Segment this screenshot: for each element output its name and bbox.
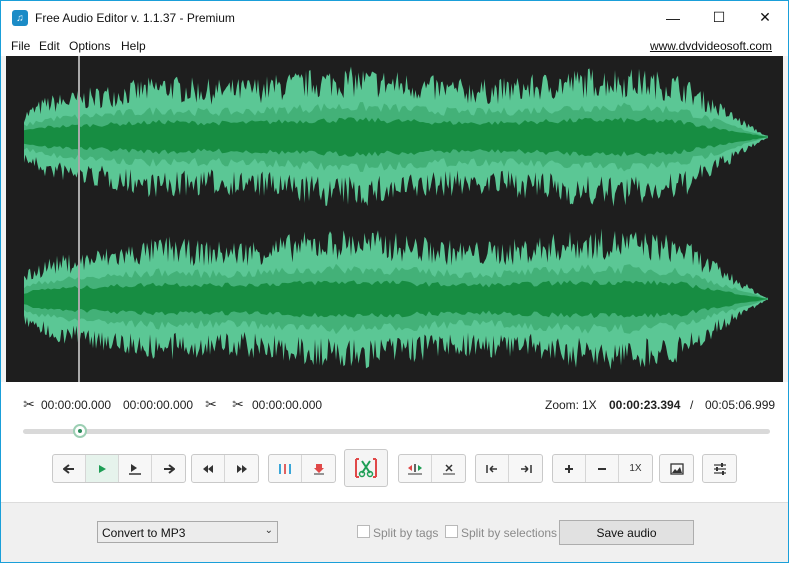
time-separator: / xyxy=(690,398,694,412)
menu-help[interactable]: Help xyxy=(121,39,146,53)
play-selection-button[interactable] xyxy=(119,455,152,482)
go-to-end-button[interactable] xyxy=(509,455,542,482)
app-music-icon: ♫ xyxy=(12,10,28,26)
skip-group xyxy=(191,454,259,483)
zoom-group: 1X xyxy=(552,454,653,483)
selection-end-icon[interactable]: ✂ xyxy=(203,396,219,412)
window-title: Free Audio Editor v. 1.1.37 - Premium xyxy=(35,11,235,25)
playback-slider-track[interactable] xyxy=(23,429,770,434)
go-to-start-button[interactable] xyxy=(476,455,509,482)
total-duration: 00:05:06.999 xyxy=(705,398,776,412)
save-audio-button[interactable]: Save audio xyxy=(559,520,694,545)
swap-channels-button[interactable] xyxy=(399,455,432,482)
cut-length-icon: ✂ xyxy=(232,396,244,412)
zoom-value: 1X xyxy=(582,398,597,412)
playback-slider-thumb[interactable] xyxy=(72,424,87,438)
step-forward-button[interactable] xyxy=(152,455,185,482)
bounds-group xyxy=(475,454,543,483)
selection-info-row: ✂ 00:00:00.000 00:00:00.000 ✂ ✂ 00:00:00… xyxy=(1,396,788,412)
output-format-select[interactable]: Convert to MP3 ⌄ xyxy=(97,521,278,543)
menu-options[interactable]: Options xyxy=(69,39,110,53)
minimize-button[interactable]: — xyxy=(650,1,696,34)
title-bar: ♫ Free Audio Editor v. 1.1.37 - Premium … xyxy=(1,1,788,34)
maximize-button[interactable]: ☐ xyxy=(696,1,742,34)
transport-group xyxy=(52,454,186,483)
arrow-left-icon xyxy=(63,463,74,474)
remove-selection-button[interactable] xyxy=(432,455,465,482)
cut-length-time: 00:00:00.000 xyxy=(252,398,323,412)
sliders-icon xyxy=(713,462,726,475)
app-window: ♫ Free Audio Editor v. 1.1.37 - Premium … xyxy=(0,0,789,563)
skip-start-button[interactable] xyxy=(192,455,225,482)
scissors-icon xyxy=(355,458,377,478)
go-start-icon xyxy=(486,464,497,473)
skip-end-button[interactable] xyxy=(225,455,258,482)
split-by-tags-checkbox[interactable] xyxy=(357,525,370,538)
menu-edit[interactable]: Edit xyxy=(39,39,60,53)
equalizer-settings-button[interactable] xyxy=(703,455,736,482)
menu-bar: File Edit Options Help www.dvdvideosoft.… xyxy=(1,34,788,56)
channel-right-waveform xyxy=(24,228,768,370)
add-marker-button[interactable] xyxy=(302,455,335,482)
split-by-tags-label: Split by tags xyxy=(373,526,439,540)
plus-icon xyxy=(565,464,573,473)
selection-end-time: 00:00:00.000 xyxy=(123,398,194,412)
bottom-bar: Convert to MP3 ⌄ Split by tags Split by … xyxy=(1,502,788,562)
step-back-button[interactable] xyxy=(53,455,86,482)
selection-start-time: 00:00:00.000 xyxy=(41,398,112,412)
zoom-reset-button[interactable]: 1X xyxy=(619,455,652,482)
output-format-value: Convert to MP3 xyxy=(102,526,186,540)
delete-icon xyxy=(442,463,455,474)
waveform-view[interactable] xyxy=(6,56,783,382)
minus-icon xyxy=(598,467,606,470)
chevron-down-icon: ⌄ xyxy=(264,525,273,536)
go-end-icon xyxy=(520,464,532,473)
image-group xyxy=(659,454,694,483)
play-button[interactable] xyxy=(86,455,119,482)
waveform-canvas[interactable] xyxy=(6,56,783,382)
selection-start-icon[interactable]: ✂ xyxy=(21,396,37,412)
split-markers-button[interactable] xyxy=(269,455,302,482)
play-icon xyxy=(99,464,106,473)
channel-left-waveform xyxy=(24,66,768,207)
insert-marker-icon xyxy=(313,463,324,474)
cut-selection-button[interactable] xyxy=(344,449,388,487)
settings-group xyxy=(702,454,737,483)
zoom-in-button[interactable] xyxy=(553,455,586,482)
editor-controls: ✂ 00:00:00.000 00:00:00.000 ✂ ✂ 00:00:00… xyxy=(1,382,788,502)
close-button[interactable]: ✕ xyxy=(742,1,788,34)
skip-forward-icon xyxy=(236,464,247,473)
zoom-label: Zoom: xyxy=(545,398,580,412)
play-to-end-icon xyxy=(129,463,141,475)
current-position: 00:00:23.394 xyxy=(609,398,681,412)
swap-icon xyxy=(408,463,422,474)
marker-group xyxy=(268,454,336,483)
image-icon xyxy=(669,462,684,475)
menu-file[interactable]: File xyxy=(11,39,30,53)
skip-back-icon xyxy=(203,464,213,473)
website-link[interactable]: www.dvdvideosoft.com xyxy=(650,39,772,53)
markers-icon xyxy=(279,463,291,474)
arrow-right-icon xyxy=(163,463,175,474)
export-image-button[interactable] xyxy=(660,455,693,482)
zoom-out-button[interactable] xyxy=(586,455,619,482)
split-by-selections-checkbox[interactable] xyxy=(445,525,458,538)
split-by-selections-label: Split by selections xyxy=(461,526,558,540)
fade-group xyxy=(398,454,466,483)
